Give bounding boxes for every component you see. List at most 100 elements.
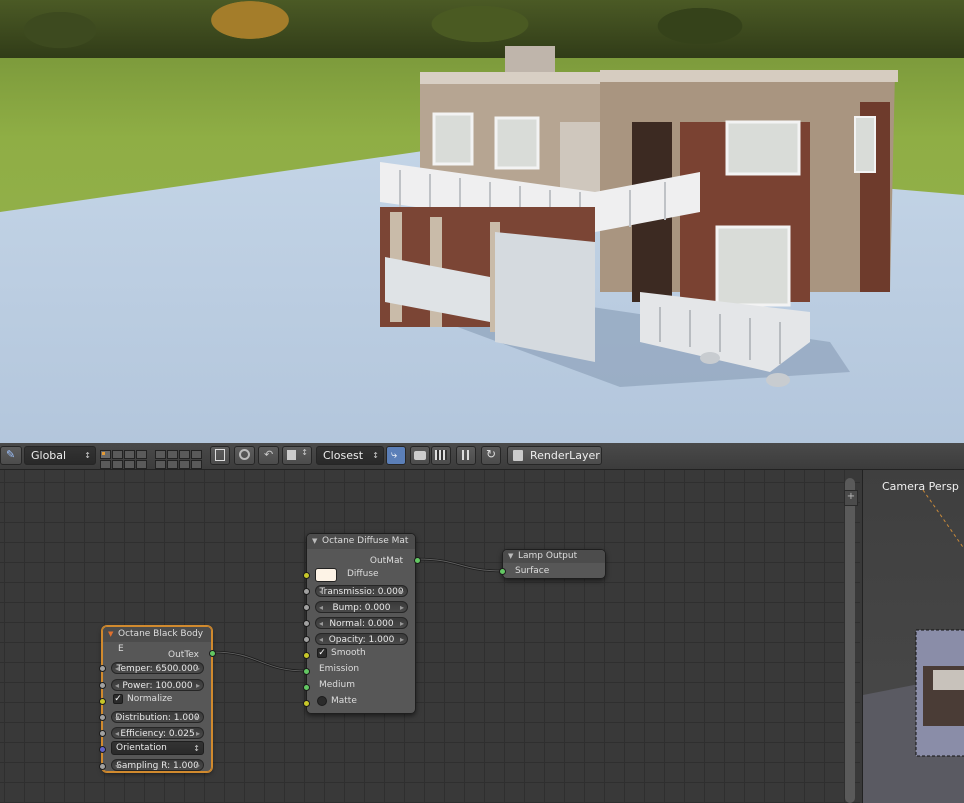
orientation-socket[interactable]: [99, 746, 106, 753]
layer-button[interactable]: [191, 460, 202, 469]
normalize-checkbox[interactable]: ✓: [113, 694, 123, 704]
distribution-field[interactable]: Distribution: 1.000: [111, 711, 204, 724]
diffuse-color-swatch[interactable]: [315, 568, 337, 582]
layer-button[interactable]: [124, 460, 135, 469]
matte-label: Matte: [331, 696, 357, 706]
matte-socket[interactable]: [303, 700, 310, 707]
normalize-socket[interactable]: [99, 698, 106, 705]
layer-button[interactable]: [191, 450, 202, 459]
octane-black-body-emission-node[interactable]: ▼ Octane Black Body E OutTex Temper: 650…: [99, 626, 216, 772]
snap-label: Closest: [323, 449, 364, 462]
normal-field[interactable]: Normal: 0.000: [315, 617, 408, 630]
diffuse-label: Diffuse: [347, 569, 379, 579]
falloff-icon: ↶: [264, 448, 274, 461]
lamp-output-node[interactable]: ▼ Lamp Output Surface: [499, 549, 606, 579]
temperature-field[interactable]: Temper: 6500.000: [111, 662, 204, 675]
power-socket[interactable]: [99, 682, 106, 689]
collapse-triangle-icon[interactable]: ▼: [508, 550, 513, 563]
smooth-socket[interactable]: [303, 652, 310, 659]
smooth-checkbox[interactable]: ✓: [317, 648, 327, 658]
distribution-socket[interactable]: [99, 714, 106, 721]
outmat-row: OutMat: [307, 554, 415, 568]
layer-button[interactable]: [167, 450, 178, 459]
orientation-select[interactable]: Orientation ↕: [111, 741, 204, 755]
node-editor-canvas[interactable]: ▼ Octane Diffuse Mat OutMat Diffuse Tran…: [0, 470, 860, 803]
opacity-socket[interactable]: [303, 636, 310, 643]
node-editor-header: ✎ Global ↕ ↶ ↕ Closest ↕ ⤷ ↻ RenderLayer: [0, 443, 964, 470]
render-layer-icon: [513, 450, 523, 461]
layer-button[interactable]: [155, 450, 166, 459]
outtex-row: OutTex: [103, 648, 211, 662]
lock-camera-button[interactable]: [210, 446, 230, 465]
layer-button[interactable]: [112, 460, 123, 469]
node-header[interactable]: ▼ Lamp Output: [503, 550, 605, 563]
power-field[interactable]: Power: 100.000: [111, 679, 204, 692]
render-layer-button[interactable]: RenderLayer: [507, 446, 602, 465]
octane-diffuse-mat-node[interactable]: ▼ Octane Diffuse Mat OutMat Diffuse Tran…: [303, 533, 421, 714]
snap-toggle-button[interactable]: ⤷: [386, 446, 406, 465]
layer-button[interactable]: [167, 460, 178, 469]
efficiency-socket[interactable]: [99, 730, 106, 737]
efficiency-field[interactable]: Efficiency: 0.025: [111, 727, 204, 740]
add-region-plus-icon[interactable]: +: [844, 490, 858, 506]
layer-button[interactable]: [179, 460, 190, 469]
cube-icon: [287, 450, 296, 460]
render-camera-button[interactable]: [410, 446, 430, 465]
snap-target-select[interactable]: Closest ↕: [316, 446, 384, 465]
node-header[interactable]: ▼ Octane Diffuse Mat: [307, 534, 415, 549]
transmission-socket[interactable]: [303, 588, 310, 595]
render-animation-button[interactable]: [431, 446, 451, 465]
node-title: Lamp Output: [518, 551, 578, 561]
clapperboard-icon: [435, 450, 447, 460]
pivot-label: Global: [31, 449, 67, 462]
editor-type-button[interactable]: ✎: [0, 446, 22, 465]
proportional-edit-button[interactable]: [234, 446, 255, 465]
pause-icon: [462, 450, 469, 460]
magnet-icon: ⤷: [391, 448, 398, 461]
layer-button[interactable]: [124, 450, 135, 459]
surface-label: Surface: [515, 566, 550, 576]
refresh-button[interactable]: ↻: [481, 446, 501, 465]
node-header[interactable]: ▼ Octane Black Body E: [103, 627, 211, 654]
layer-button[interactable]: [155, 460, 166, 469]
smooth-label: Smooth: [331, 648, 366, 658]
transmission-field[interactable]: Transmissio: 0.000: [315, 585, 408, 598]
node-editor-scrollbar[interactable]: [845, 478, 855, 803]
layer-button[interactable]: [136, 450, 147, 459]
opacity-field[interactable]: Opacity: 1.000: [315, 633, 408, 646]
layer-button[interactable]: [112, 450, 123, 459]
pause-button[interactable]: [456, 446, 476, 465]
layer-button[interactable]: [100, 460, 111, 469]
layer-button[interactable]: [179, 450, 190, 459]
diffuse-socket[interactable]: [303, 572, 310, 579]
node-title: Octane Diffuse Mat: [322, 536, 409, 546]
layer-grid-1[interactable]: [100, 446, 150, 469]
house-model: [380, 46, 898, 387]
falloff-button[interactable]: ↶: [258, 446, 279, 465]
outtex-label: OutTex: [168, 650, 199, 660]
emission-label: Emission: [319, 664, 360, 674]
outtex-socket[interactable]: [209, 650, 216, 657]
sampling-field[interactable]: Sampling R: 1.000: [111, 759, 204, 772]
updown-arrows-icon: ↕: [301, 448, 308, 457]
camera-frame: [863, 489, 964, 803]
camera-icon: [414, 451, 426, 460]
render-viewport: [0, 0, 964, 443]
render-layer-label: RenderLayer: [530, 449, 600, 462]
layer-button[interactable]: [100, 450, 111, 459]
bump-socket[interactable]: [303, 604, 310, 611]
camera-3d-view[interactable]: Camera Persp: [862, 470, 964, 803]
pivot-select[interactable]: Global ↕: [24, 446, 96, 465]
bump-field[interactable]: Bump: 0.000: [315, 601, 408, 614]
collapse-triangle-icon[interactable]: ▼: [312, 534, 317, 549]
temperature-socket[interactable]: [99, 665, 106, 672]
matte-checkbox[interactable]: [317, 696, 327, 706]
normal-socket[interactable]: [303, 620, 310, 627]
snap-element-select[interactable]: ↕: [282, 446, 312, 465]
outmat-socket[interactable]: [414, 557, 421, 564]
updown-arrows-icon: ↕: [372, 451, 379, 460]
sampling-socket[interactable]: [99, 763, 106, 770]
layer-grid-2[interactable]: [155, 446, 205, 469]
layer-button[interactable]: [136, 460, 147, 469]
collapse-triangle-icon[interactable]: ▼: [108, 627, 113, 642]
